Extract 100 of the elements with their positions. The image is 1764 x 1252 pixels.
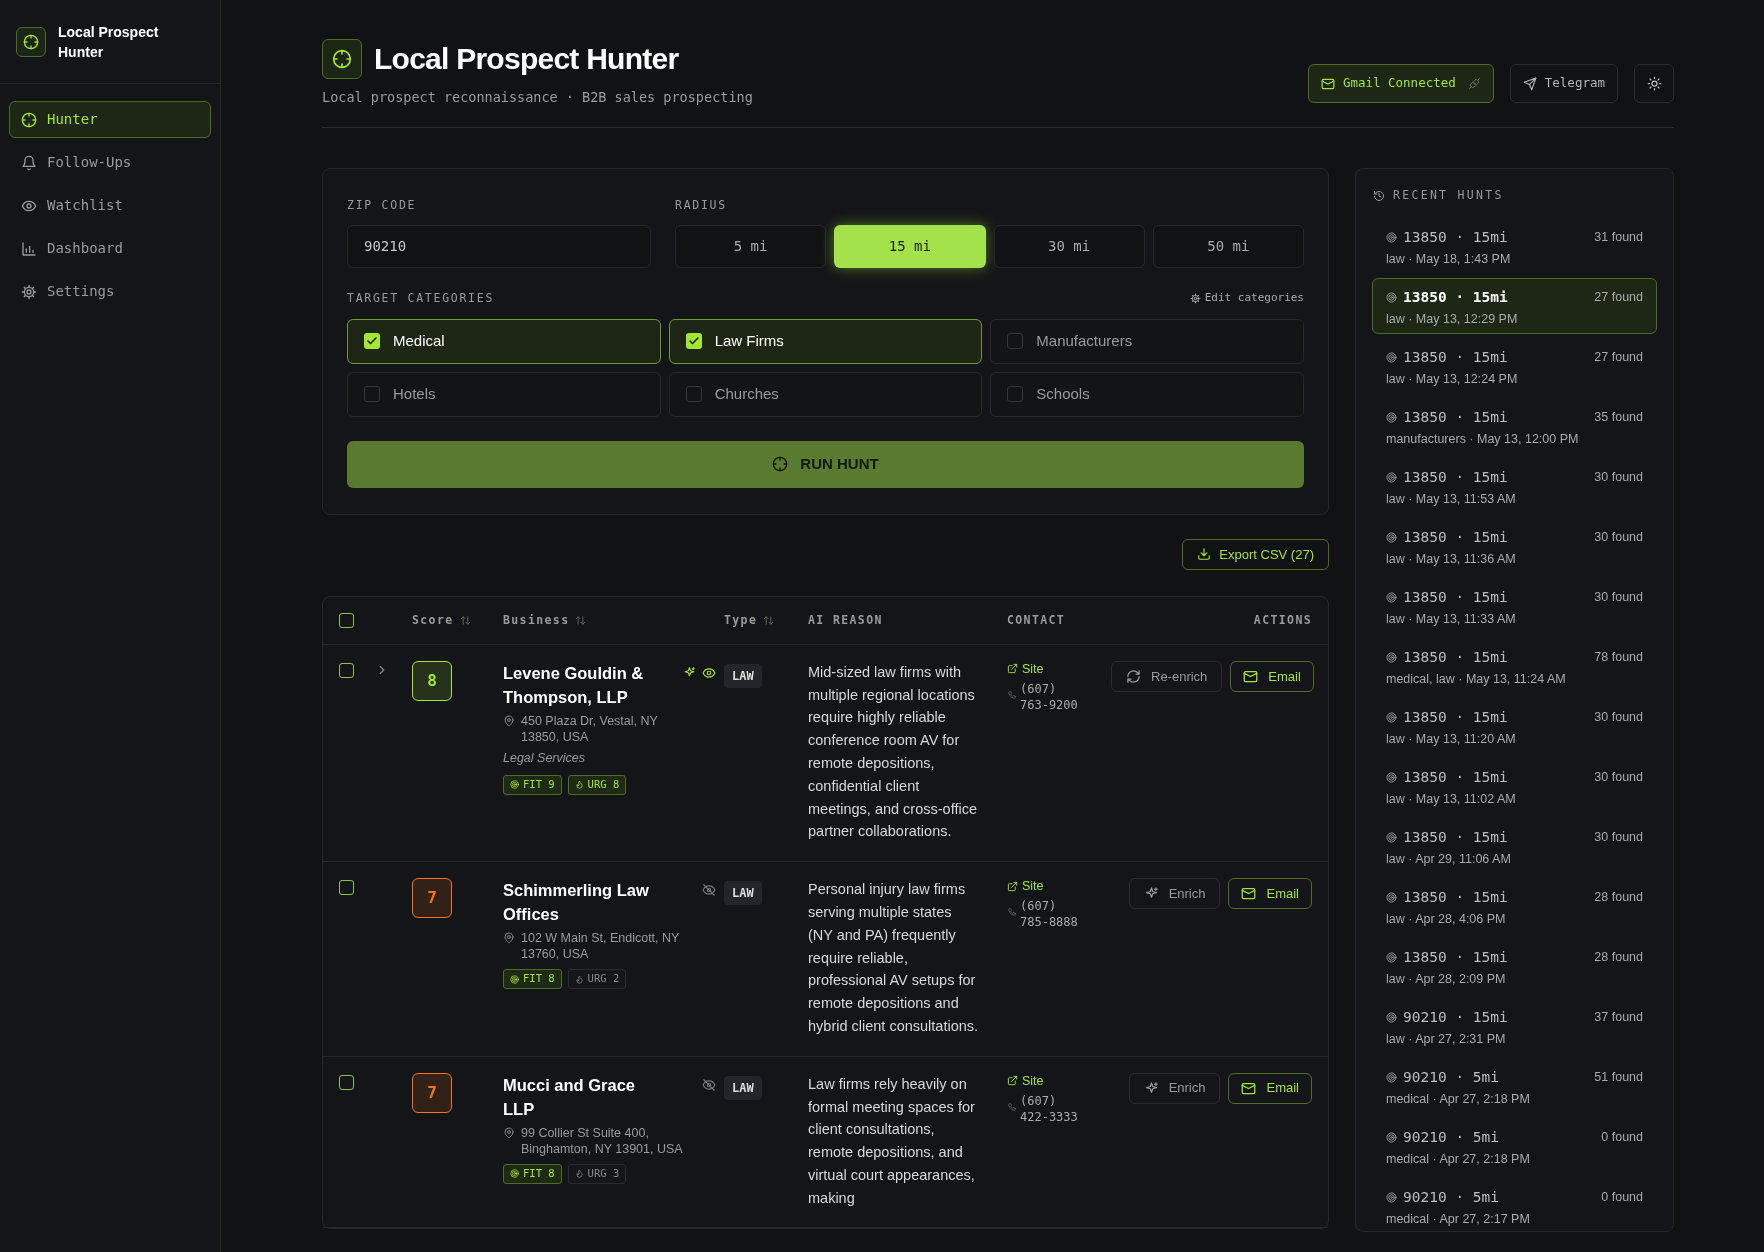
nav-item[interactable]: Settings [9, 273, 211, 310]
refresh-icon [1126, 668, 1141, 684]
category-option[interactable]: Churches [668, 371, 983, 417]
checkbox[interactable] [339, 612, 354, 628]
flame-icon [574, 974, 584, 984]
type-tag: LAW [724, 1075, 762, 1100]
hunt-title: 13850 · 15mi [1403, 527, 1508, 547]
recent-hunt-item[interactable]: 13850 · 15mi 30 found law · May 13, 11:33 AM [1372, 577, 1657, 634]
category-option[interactable]: Manufacturers [990, 318, 1304, 364]
recent-hunt-item[interactable]: 13850 · 15mi 30 found law · May 13, 11:20 AM [1372, 697, 1657, 754]
category-option[interactable]: Law Firms [668, 318, 983, 364]
checkbox[interactable] [364, 333, 380, 350]
flame-icon [574, 1169, 584, 1179]
category-option[interactable]: Medical [347, 318, 661, 364]
checkbox[interactable] [364, 386, 380, 403]
checkbox[interactable] [339, 880, 354, 896]
eye-icon [702, 665, 716, 680]
recent-hunt-item[interactable]: 13850 · 15mi 78 found medical, law · May 13, 11:24 AM [1372, 637, 1657, 694]
sort-icon [763, 614, 775, 626]
radius-option[interactable]: 50 mi [1152, 224, 1304, 268]
hunt-title: 13850 · 15mi [1403, 227, 1508, 247]
column-header[interactable]: Type [724, 611, 775, 629]
download-icon [1197, 547, 1212, 562]
recent-hunt-item[interactable]: 13850 · 15mi 30 found law · May 13, 11:36 AM [1372, 517, 1657, 574]
nav-item[interactable]: Dashboard [9, 230, 211, 267]
email-button[interactable]: Email [1228, 1072, 1312, 1104]
found-count: 30 found [1594, 769, 1643, 786]
column-header[interactable]: Business [503, 611, 587, 629]
sort-icon [459, 614, 471, 626]
recent-hunt-item[interactable]: 13850 · 15mi 28 found law · Apr 28, 4:06 PM [1372, 877, 1657, 934]
site-link[interactable]: Site [1007, 660, 1111, 677]
recent-hunt-item[interactable]: 90210 · 15mi 37 found law · Apr 27, 2:31 PM [1372, 997, 1657, 1054]
recent-hunt-item[interactable]: 13850 · 15mi 27 found law · May 13, 12:29 PM [1372, 277, 1657, 334]
nav-item[interactable]: Hunter [9, 101, 211, 138]
checkbox[interactable] [1007, 333, 1024, 350]
category-option[interactable]: Hotels [347, 371, 661, 417]
business-category: Legal Services [503, 749, 586, 767]
hunt-details: law · Apr 28, 4:06 PM [1386, 911, 1507, 929]
recent-hunt-item[interactable]: 13850 · 15mi 35 found manufacturers · May 13, 12:00 PM [1372, 397, 1657, 454]
checkbox[interactable] [1007, 386, 1024, 403]
category-option[interactable]: Schools [990, 371, 1304, 417]
recent-hunt-item[interactable]: 13850 · 15mi 31 found law · May 18, 1:43 PM [1372, 217, 1657, 274]
found-count: 31 found [1594, 229, 1643, 246]
phone-number: (607) 422-3333 [1020, 1092, 1079, 1125]
business-address: 102 W Main St, Endicott, NY 13760, USA [521, 930, 681, 963]
target-icon [1386, 291, 1397, 303]
found-count: 0 found [1601, 1189, 1643, 1206]
hunt-details: medical, law · May 13, 11:24 AM [1386, 671, 1567, 689]
target-icon [1386, 1011, 1397, 1023]
phone-number: (607) 785-8888 [1020, 898, 1079, 931]
target-icon [1386, 351, 1397, 363]
radius-option[interactable]: 30 mi [993, 224, 1145, 268]
checkbox[interactable] [339, 662, 354, 678]
checkbox[interactable] [339, 1074, 354, 1090]
hunt-title: 13850 · 15mi [1403, 947, 1508, 967]
checkbox[interactable] [685, 386, 702, 403]
target-icon [1386, 231, 1397, 243]
recent-hunt-item[interactable]: 13850 · 15mi 30 found law · May 13, 11:53 AM [1372, 457, 1657, 514]
found-count: 30 found [1594, 469, 1643, 486]
export-csv-button[interactable]: Export CSV (27) [1182, 538, 1329, 570]
checkbox[interactable] [685, 333, 702, 350]
found-count: 51 found [1594, 1069, 1643, 1086]
nav-item[interactable]: Follow-Ups [9, 144, 211, 181]
column-header[interactable]: Score [412, 611, 471, 629]
radius-option[interactable]: 5 mi [675, 224, 827, 268]
recent-hunt-item[interactable]: 90210 · 5mi 51 found medical · Apr 27, 2:18 PM [1372, 1057, 1657, 1114]
recent-hunt-item[interactable]: 13850 · 15mi 27 found law · May 13, 12:24 PM [1372, 337, 1657, 394]
crosshair-icon [772, 456, 789, 473]
crosshair-icon [332, 48, 352, 69]
recent-hunt-item[interactable]: 90210 · 5mi 0 found medical · Apr 27, 2:18 PM [1372, 1117, 1657, 1174]
mail-icon [1320, 76, 1335, 91]
hunt-details: law · May 13, 11:33 AM [1386, 611, 1517, 629]
hunt-title: 90210 · 5mi [1403, 1127, 1500, 1147]
nav-item[interactable]: Watchlist [9, 187, 211, 224]
enrich-button[interactable]: Enrich [1128, 878, 1221, 910]
edit-categories-link[interactable]: Edit categories [1189, 289, 1304, 307]
found-count: 78 found [1594, 649, 1643, 666]
external-link-icon [1007, 663, 1018, 675]
recent-hunt-item[interactable]: 13850 · 15mi 30 found law · May 13, 11:02 AM [1372, 757, 1657, 814]
email-button[interactable]: Email [1230, 660, 1314, 692]
zip-code-field[interactable]: 90210 [347, 224, 651, 268]
found-count: 27 found [1594, 289, 1643, 306]
ai-reason-text: Mid-sized law firms with multiple regional locations require highly reliable conference room AV for remote depositions, confidential client meetings, and cross-office partner collaborations. [808, 662, 978, 842]
telegram-button[interactable]: Telegram [1509, 64, 1618, 103]
enrich-button[interactable]: Enrich [1128, 1072, 1221, 1104]
gmail-button[interactable]: Gmail Connected [1307, 64, 1494, 103]
radius-option[interactable]: 15 mi [834, 224, 986, 268]
recent-hunt-item[interactable]: 13850 · 15mi 28 found law · Apr 28, 2:09 PM [1372, 937, 1657, 994]
eye-off-icon [702, 1077, 716, 1092]
enrich-button[interactable]: Re-enrich [1111, 660, 1223, 692]
hunt-details: law · Apr 28, 2:09 PM [1386, 971, 1507, 989]
recent-hunt-item[interactable]: 13850 · 15mi 30 found law · Apr 29, 11:06 AM [1372, 817, 1657, 874]
email-button[interactable]: Email [1228, 878, 1312, 910]
run-hunt-button[interactable]: RUN HUNT [347, 440, 1304, 488]
gear-icon [1189, 292, 1201, 304]
recent-hunt-item[interactable]: 90210 · 5mi 0 found medical · Apr 27, 2:17 PM [1372, 1177, 1657, 1232]
theme-toggle-button[interactable] [1634, 64, 1674, 103]
site-link[interactable]: Site [1007, 878, 1111, 895]
hunt-title: 13850 · 15mi [1403, 287, 1508, 307]
site-link[interactable]: Site [1007, 1072, 1111, 1089]
